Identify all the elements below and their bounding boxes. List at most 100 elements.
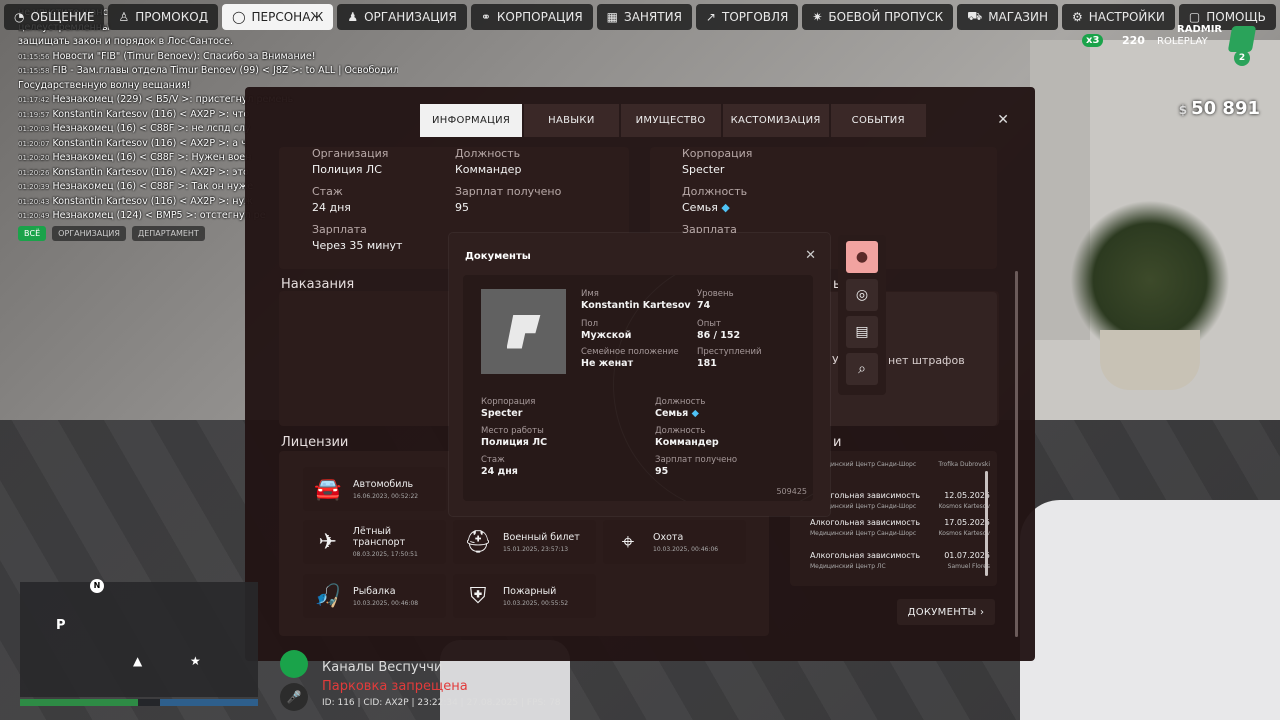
sex-field: Пол Мужской — [581, 319, 631, 341]
side-driver-button[interactable]: ◎ — [846, 279, 878, 311]
medical-scrollbar[interactable] — [985, 471, 988, 576]
license-name: Охота — [653, 531, 684, 543]
corp-label: Корпорация — [682, 147, 753, 160]
tab-events[interactable]: СОБЫТИЯ — [830, 104, 926, 137]
chat-tab-org[interactable]: ОРГАНИЗАЦИЯ — [52, 226, 126, 241]
chat-timestamp: 01:20:39 — [18, 183, 50, 191]
medical-record: Алкогольная зависимость 17.05.2025 Медицин… — [810, 518, 990, 548]
tab-information[interactable]: ИНФОРМАЦИЯ — [420, 104, 523, 137]
license-item[interactable]: ✈ Лётный транспорт 08.03.2025, 17:50:51 — [303, 520, 446, 564]
money-display: $50 891 — [1179, 98, 1260, 119]
side-records-button[interactable]: ▤ — [846, 316, 878, 348]
license-text: Лётный транспорт 08.03.2025, 17:50:51 — [353, 526, 446, 558]
paid-value-modal: 95 — [655, 466, 669, 477]
medical-record: Медицинский Центр Санди-Шорс Trofika Dubr… — [810, 458, 990, 488]
nav-tab-label: ПЕРСОНАЖ — [251, 10, 324, 24]
license-name: Пожарный — [503, 585, 557, 597]
nav-tab-label: БОЕВОЙ ПРОПУСК — [828, 10, 944, 24]
background-sofa — [1020, 500, 1280, 720]
license-name: Военный билет — [503, 531, 580, 543]
diamond-icon: ◆ — [691, 408, 699, 419]
medical-record-sub: Медицинский Центр Санди-Шорс Kosmos Karte… — [810, 530, 990, 537]
background-pot — [1100, 330, 1200, 390]
tab-customization[interactable]: КАСТОМИЗАЦИЯ — [722, 104, 829, 137]
license-date: 10.03.2025, 00:55:52 — [503, 599, 569, 607]
family-value: Не женат — [581, 358, 634, 369]
name-label: Имя — [581, 289, 599, 299]
chat-timestamp: 01:15:58 — [18, 67, 50, 75]
channel-label: Каналы Веспуччи — [322, 660, 443, 675]
license-item[interactable]: ⌖ Охота 10.03.2025, 00:46:06 — [603, 520, 746, 564]
nav-tab-left-2[interactable]: ◯ ПЕРСОНАЖ — [222, 4, 334, 30]
org-experience-field: Стаж 24 дня — [312, 185, 351, 214]
map-marker: P — [56, 618, 66, 633]
license-name: Рыбалка — [353, 585, 396, 597]
nav-tab-left-5[interactable]: ▦ ЗАНЯТИЯ — [596, 4, 692, 30]
chat-text: защищать закон и порядок в Лос-Сантосе. — [18, 36, 233, 47]
license-item[interactable]: ⛨ Пожарный 10.03.2025, 00:55:52 — [453, 574, 596, 618]
name-value: Konstantin Kartesov — [581, 300, 691, 311]
corp-value-modal: Specter — [481, 408, 523, 419]
license-text: Охота 10.03.2025, 00:46:06 — [653, 532, 718, 553]
paid-label-modal: Зарплат получено — [655, 455, 738, 465]
chat-text: Незнакомец (16) < C88F >: Нужен воен — [52, 152, 252, 163]
org-value: Полиция ЛС — [312, 163, 382, 176]
nav-tab-left-8[interactable]: ⛟ МАГАЗИН — [957, 4, 1058, 30]
license-text: Рыбалка 10.03.2025, 00:46:08 — [353, 586, 418, 607]
license-item[interactable]: ⛑ Военный билет 15.01.2025, 23:57:13 — [453, 520, 596, 564]
medical-record-sub: Медицинский Центр Санди-Шорс Trofika Dubr… — [810, 461, 990, 468]
panel-scroll-thumb[interactable] — [1015, 271, 1018, 637]
medical-scroll-thumb[interactable] — [985, 471, 988, 576]
chat-timestamp: 01:20:03 — [18, 125, 50, 133]
medical-record-sub: Медицинский Центр ЛС Samuel Flores — [810, 563, 990, 570]
level-label: Уровень — [697, 289, 734, 299]
nav-tab-left-7[interactable]: ✷ БОЕВОЙ ПРОПУСК — [802, 4, 954, 30]
chat-tab-dept[interactable]: ДЕПАРТАМЕНТ — [131, 226, 205, 241]
search-icon: ⌕ — [858, 361, 866, 377]
medical-doctor: Kosmos Kartesov — [938, 503, 990, 510]
document-side-nav: ● ◎ ▤ ⌕ — [838, 235, 886, 395]
side-medical-button[interactable]: ⌕ — [846, 353, 878, 385]
chat-text: Konstantin Kartesov (116) < AX2P >: нуж — [52, 195, 253, 207]
nav-tab-left-0[interactable]: ◔ ОБЩЕНИЕ — [4, 4, 105, 30]
currency-symbol: $ — [1178, 103, 1188, 117]
document-icon: ▤ — [855, 324, 869, 340]
parking-warning: Парковка запрещена — [322, 679, 468, 694]
org-field: Организация Полиция ЛС — [312, 147, 388, 176]
fines-text-b: нет штрафов — [888, 354, 965, 367]
nav-tab-left-1[interactable]: ♙ ПРОМОКОД — [108, 4, 219, 30]
medical-record-sub: Медицинский Центр Санди-Шорс Kosmos Karte… — [810, 503, 990, 510]
corp-position-row: Семья ◆ — [682, 201, 747, 214]
player-arrow-icon: ▲ — [133, 654, 143, 668]
stage-field-modal: Стаж 24 дня — [481, 455, 518, 477]
diamond-icon: ◆ — [721, 201, 730, 214]
panel-scrollbar[interactable] — [1015, 271, 1018, 637]
cpos-row-modal: Семья ◆ — [655, 408, 705, 419]
panel-tabs: ИНФОРМАЦИЯ НАВЫКИ ИМУЩЕСТВО КАСТОМИЗАЦИЯ… — [420, 104, 926, 137]
cart-icon: ⛟ — [967, 9, 983, 23]
modal-close-icon[interactable]: ✕ — [805, 248, 816, 263]
tab-skills[interactable]: НАВЫКИ — [524, 104, 619, 137]
tab-property[interactable]: ИМУЩЕСТВО — [620, 104, 721, 137]
chat-timestamp: 01:20:20 — [18, 154, 50, 162]
wpos-label-modal: Должность — [655, 426, 706, 436]
family-field: Семейное положение Не женат — [581, 347, 679, 369]
chat-line: 01:15:56 Новости "FIB" (Timur Benoev): Сп… — [18, 50, 398, 65]
license-item[interactable]: 🚘 Автомобиль 16.06.2023, 00:52:22 — [303, 467, 446, 511]
chat-text: Konstantin Kartesov (116) < AX2P >: что — [52, 108, 250, 120]
nav-tab-left-3[interactable]: ♟ ОРГАНИЗАЦИЯ — [337, 4, 467, 30]
chat-tab-all[interactable]: ВСЁ — [18, 226, 47, 241]
nav-tab-left-4[interactable]: ⚭ КОРПОРАЦИЯ — [470, 4, 593, 30]
medical-record-head: Алкогольная зависимость 12.05.2025 — [810, 491, 990, 500]
documents-button[interactable]: ДОКУМЕНТЫ › — [897, 599, 995, 625]
chat-timestamp: 01:20:43 — [18, 197, 50, 206]
license-text: Пожарный 10.03.2025, 00:55:52 — [503, 586, 568, 607]
license-item[interactable]: 🎣 Рыбалка 10.03.2025, 00:46:08 — [303, 574, 446, 618]
medical-doctor: Samuel Flores — [947, 563, 990, 570]
nav-tab-right-0[interactable]: ⚙ НАСТРОЙКИ — [1062, 4, 1175, 30]
handshake-icon: ⚭ — [480, 10, 491, 24]
side-passport-button[interactable]: ● — [846, 241, 878, 273]
panel-close-icon[interactable]: ✕ — [997, 112, 1009, 128]
org-salary-field: Зарплата Через 35 минут — [312, 223, 402, 252]
nav-tab-left-6[interactable]: ↗ ТОРГОВЛЯ — [695, 4, 799, 30]
